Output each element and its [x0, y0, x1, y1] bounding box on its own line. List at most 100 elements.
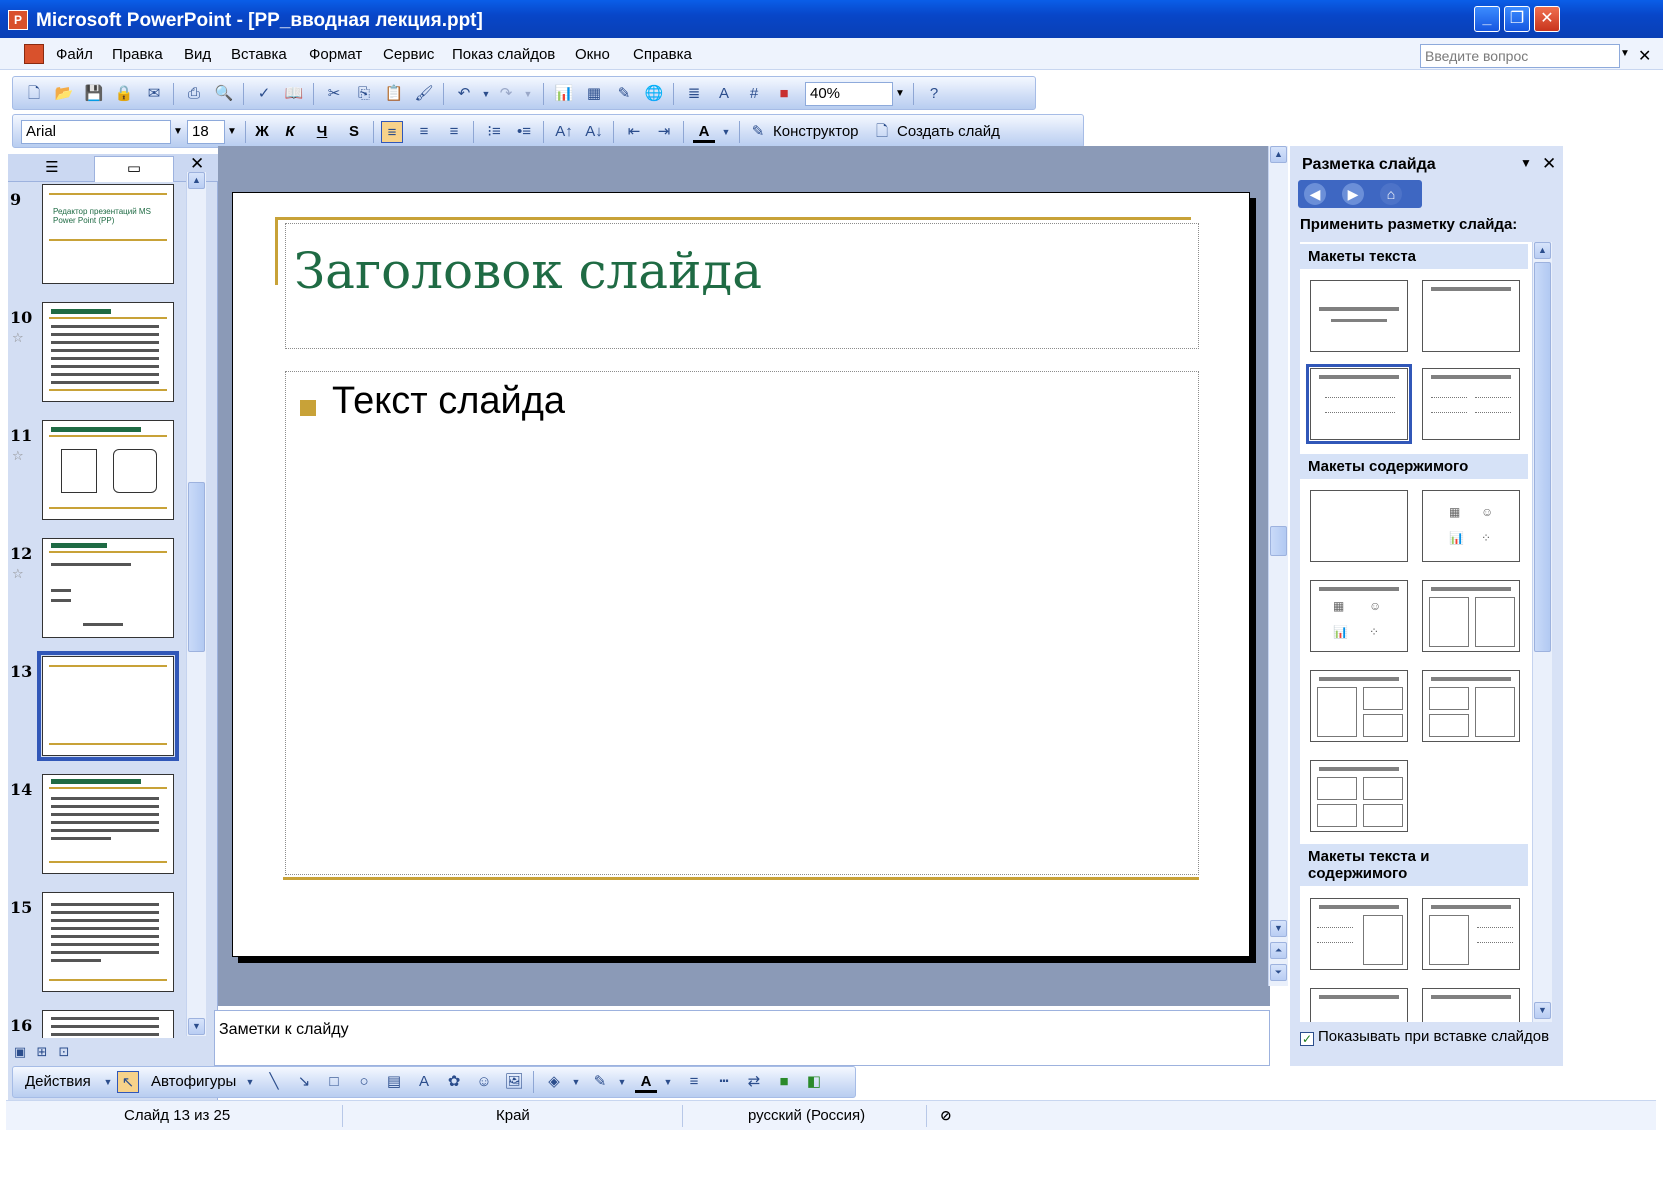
slide-thumbnail-15[interactable] — [42, 892, 174, 992]
next-slide-icon[interactable]: ⏷ — [1270, 964, 1287, 981]
designer-icon[interactable]: ✎ — [747, 121, 769, 143]
edit-area-scrollbar[interactable]: ▲ ▼ ⏶ ⏷ — [1268, 146, 1288, 986]
copy-icon[interactable]: ⎘ — [353, 83, 375, 105]
shadow-style-icon[interactable]: ■ — [773, 1071, 795, 1093]
back-icon[interactable]: ◀ — [1304, 183, 1326, 205]
bullets-icon[interactable]: •≡ — [513, 121, 535, 143]
new-slide-button[interactable]: Создать слайд — [897, 123, 1000, 140]
zoom-combo[interactable]: 40% — [805, 82, 893, 106]
show-on-insert-checkbox[interactable]: ✓ Показывать при вставке слайдов — [1300, 1028, 1549, 1046]
menu-file[interactable]: Файл — [56, 46, 93, 63]
show-formatting-icon[interactable]: A — [713, 83, 735, 105]
italic-button[interactable]: К — [279, 121, 301, 143]
font-color-dropdown-icon[interactable]: ▼ — [715, 121, 737, 143]
layout-title-text-two-content[interactable] — [1310, 988, 1408, 1022]
3d-style-icon[interactable]: ◧ — [803, 1071, 825, 1093]
menu-slideshow[interactable]: Показ слайдов — [452, 46, 555, 63]
layout-title-text[interactable] — [1306, 364, 1412, 444]
previous-slide-icon[interactable]: ⏶ — [1270, 942, 1287, 959]
shadow-button[interactable]: S — [343, 121, 365, 143]
line-color-dropdown-icon[interactable]: ▼ — [611, 1071, 633, 1093]
actions-menu[interactable]: Действия — [25, 1073, 91, 1090]
menu-format[interactable]: Формат — [309, 46, 362, 63]
menu-window[interactable]: Окно — [575, 46, 610, 63]
paste-icon[interactable]: 📋 — [383, 83, 405, 105]
minimize-button[interactable]: _ — [1474, 6, 1500, 32]
home-icon[interactable]: ⌂ — [1380, 183, 1402, 205]
research-icon[interactable]: 📖 — [283, 83, 305, 105]
scrollbar-thumb[interactable] — [1270, 526, 1287, 556]
font-size-combo[interactable]: 18 — [187, 120, 225, 144]
restore-button[interactable]: ❐ — [1504, 6, 1530, 32]
layout-title-two-contents[interactable] — [1422, 580, 1520, 652]
numbering-icon[interactable]: ⁝≡ — [483, 121, 505, 143]
insert-chart-icon[interactable]: 📊 — [553, 83, 575, 105]
close-document-button[interactable]: ✕ — [1638, 46, 1651, 66]
slides-pane-scrollbar[interactable]: ▲ ▼ — [186, 172, 206, 1036]
notes-placeholder[interactable]: Заметки к слайду — [219, 1021, 349, 1039]
scroll-up-icon[interactable]: ▲ — [188, 172, 205, 189]
spelling-status-icon[interactable]: ⊘ — [940, 1107, 952, 1124]
line-icon[interactable]: ╲ — [263, 1071, 285, 1093]
line-style-icon[interactable]: ≡ — [683, 1071, 705, 1093]
tab-outline[interactable]: ☰ — [12, 156, 92, 182]
font-color-dropdown-icon[interactable]: ▼ — [657, 1071, 679, 1093]
task-pane-title[interactable]: Разметка слайда — [1302, 156, 1436, 174]
normal-view-icon[interactable]: ▣ — [10, 1042, 30, 1062]
scrollbar-thumb[interactable] — [188, 482, 205, 652]
new-slide-icon[interactable]: 🗋 — [871, 121, 893, 143]
task-pane-dropdown-icon[interactable]: ▼ — [1520, 156, 1532, 170]
help-dropdown-icon[interactable]: ▼ — [1620, 48, 1630, 59]
increase-font-icon[interactable]: A↑ — [553, 121, 575, 143]
print-icon[interactable]: ⎙ — [183, 83, 205, 105]
insert-table-icon[interactable]: ▦ — [583, 83, 605, 105]
layout-title-text-content[interactable] — [1310, 898, 1408, 970]
line-color-icon[interactable]: ✎ — [589, 1071, 611, 1093]
animation-star-icon[interactable]: ☆ — [12, 448, 24, 464]
tab-slides[interactable]: ▭ — [94, 156, 174, 182]
permission-icon[interactable]: 🔒 — [113, 83, 135, 105]
slide-thumbnail-10[interactable] — [42, 302, 174, 402]
format-painter-icon[interactable]: 🖌 — [413, 83, 435, 105]
wordart-icon[interactable]: A — [413, 1071, 435, 1093]
print-preview-icon[interactable]: 🔍 — [213, 83, 235, 105]
expand-all-icon[interactable]: ≣ — [683, 83, 705, 105]
layout-title-content-text[interactable] — [1422, 898, 1520, 970]
checkbox-check-icon[interactable]: ✓ — [1300, 1032, 1314, 1046]
autoshapes-dropdown-icon[interactable]: ▼ — [239, 1071, 261, 1093]
slides-pane-close-icon[interactable]: ✕ — [190, 154, 204, 174]
underline-button[interactable]: Ч — [311, 121, 333, 143]
notes-pane[interactable]: Заметки к слайду — [214, 1010, 1270, 1066]
font-size-dropdown-icon[interactable]: ▼ — [225, 120, 239, 144]
slide-thumbnail-14[interactable] — [42, 774, 174, 874]
font-color-icon[interactable]: A — [635, 1071, 657, 1093]
help-icon[interactable]: ? — [923, 83, 945, 105]
arrow-icon[interactable]: ↘ — [293, 1071, 315, 1093]
document-icon[interactable] — [24, 44, 44, 64]
slideshow-view-icon[interactable]: ⊡ — [54, 1042, 74, 1062]
picture-icon[interactable]: 🖼 — [503, 1071, 525, 1093]
tables-borders-icon[interactable]: ✎ — [613, 83, 635, 105]
diagram-icon[interactable]: ✿ — [443, 1071, 465, 1093]
spelling-icon[interactable]: ✓ — [253, 83, 275, 105]
align-left-icon[interactable]: ≡ — [381, 121, 403, 143]
align-right-icon[interactable]: ≡ — [443, 121, 465, 143]
scroll-down-icon[interactable]: ▼ — [1534, 1002, 1551, 1019]
undo-dropdown-icon[interactable]: ▼ — [475, 83, 497, 105]
font-combo[interactable]: Arial — [21, 120, 171, 144]
designer-button[interactable]: Конструктор — [773, 123, 859, 140]
body-placeholder[interactable]: Текст слайда — [285, 371, 1199, 875]
font-color-icon[interactable]: A — [693, 121, 715, 143]
scrollbar-thumb[interactable] — [1534, 262, 1551, 652]
font-dropdown-icon[interactable]: ▼ — [171, 120, 185, 144]
oval-icon[interactable]: ○ — [353, 1071, 375, 1093]
slide-sorter-view-icon[interactable]: ⊞ — [32, 1042, 52, 1062]
slide-thumbnail-9[interactable]: Редактор презентаций MS Power Point (PP) — [42, 184, 174, 284]
slide-thumbnail-13[interactable] — [37, 651, 179, 761]
layout-title-content-two[interactable] — [1310, 670, 1408, 742]
scroll-up-icon[interactable]: ▲ — [1270, 146, 1287, 163]
scroll-down-icon[interactable]: ▼ — [1270, 920, 1287, 937]
task-pane-scrollbar[interactable]: ▲ ▼ — [1532, 242, 1552, 1022]
save-icon[interactable]: 💾 — [83, 83, 105, 105]
title-placeholder[interactable]: Заголовок слайда — [285, 223, 1199, 349]
